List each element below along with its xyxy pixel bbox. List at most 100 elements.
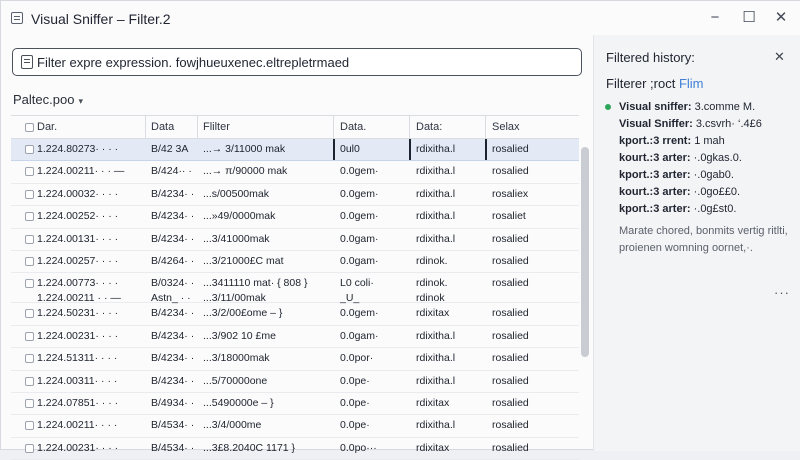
table-row[interactable]: 1.224.00231· · · · B/4234· · ...3/902 10 £… (11, 326, 579, 349)
close-icon[interactable]: ✕ (774, 49, 785, 65)
history-item-value: ·.0gkas.0. (693, 152, 742, 164)
filter-bar[interactable] (12, 48, 582, 76)
row-checkbox[interactable] (25, 189, 34, 199)
table-row[interactable]: 1.224.00311· · · · B/4234· · ...5/70000one… (11, 371, 579, 393)
cell-text: 0.0gam· (340, 254, 379, 267)
history-item[interactable]: Visual Sniffer: 3.csvrh· ‘.4£6 (619, 116, 762, 133)
table-cell: rosalied (492, 233, 572, 245)
history-item[interactable]: kport.:3 arter: ·.0gab0. (619, 167, 762, 184)
table-row[interactable]: 1.224.00032· · · · B/4234· · ...s/00500mak… (11, 184, 579, 207)
table-cell: ...3411110 mat· { 808 } ...3/11/00mak (203, 277, 332, 304)
table-cell: ...3/902 10 £me (203, 330, 332, 342)
cell-text: rdixitax (416, 396, 450, 409)
subtitle-text: Filterer ;roct (606, 76, 676, 91)
row-checkbox[interactable] (25, 421, 34, 431)
row-checkbox[interactable] (25, 331, 34, 341)
cell-text: rdixitha.l (416, 165, 456, 178)
more-options-icon[interactable]: ··· (774, 285, 790, 300)
history-item[interactable]: kourt.:3 arter: ·.0go££0. (619, 184, 762, 201)
column-divider (409, 116, 410, 140)
row-checkbox[interactable] (25, 398, 34, 408)
column-header[interactable]: Data: (416, 121, 442, 133)
table-cell: 1.224.00131· · · · (37, 233, 143, 245)
cell-text: B/4234· · (151, 210, 195, 223)
table-cell: 0.0gem· (340, 210, 408, 222)
history-item[interactable]: kport.:3 arter: ·.0g£st0. (619, 201, 762, 218)
table-cell: rosalied (492, 352, 572, 364)
cell-text: rdixitha.l (416, 419, 456, 432)
table-row[interactable]: 1.224.00231· · · · B/4534· · ...3£8.2040C … (11, 438, 579, 460)
row-checkbox[interactable] (25, 234, 34, 244)
column-header[interactable]: Data (151, 121, 174, 133)
column-divider (333, 116, 334, 140)
vertical-scrollbar[interactable] (581, 147, 589, 357)
history-item-label: kport.:3 arter: (619, 169, 691, 181)
title-bar: Visual Sniffer – Filter.2 − ☐ ✕ (1, 1, 800, 35)
history-item-value: ·.0gab0. (693, 169, 734, 181)
cell-text: ...s/00500mak (203, 187, 269, 200)
close-button[interactable]: ✕ (770, 8, 792, 28)
table-cell: rosaliex (492, 188, 572, 200)
table-cell: ...3£8.2040C 1171 } (203, 442, 332, 454)
filter-input[interactable] (37, 54, 577, 70)
cell-text: B/4234· · (151, 307, 195, 320)
row-checkbox[interactable] (25, 354, 34, 364)
maximize-button[interactable]: ☐ (738, 8, 760, 28)
cell-text: 1.224.80273· · · · (37, 143, 119, 155)
table-cell: rdinok. (416, 255, 484, 267)
table-row[interactable]: 1.224.00131· · · · B/4234· · ...3/41000mak… (11, 229, 579, 251)
main-panel: Paltec.poo▾ Dar. Data Flilter Data. Data… (1, 35, 591, 460)
table-cell: rdixitha.l (416, 210, 484, 222)
subtitle-link[interactable]: Flim (679, 76, 704, 91)
row-checkbox[interactable] (25, 443, 34, 453)
cell-text: rosalied (492, 165, 529, 178)
table-cell: B/424·· · (151, 165, 195, 177)
table-cell: ...→ 3/11000 mak (203, 143, 332, 155)
cell-text: rdixitax (416, 307, 450, 320)
cell-text: 1.224.00131· · · · (37, 232, 119, 245)
cell-text: rosalied (492, 143, 529, 155)
history-item-value: 3.csvrh· ‘.4£6 (695, 118, 762, 130)
column-header[interactable]: Selax (492, 121, 520, 133)
table-row[interactable]: 1.224.00211· · · · B/4534· · ...3/4/000me 0… (11, 415, 579, 438)
table-row[interactable]: 1.224.00252· · · · B/4234· · ...»49/0000ma… (11, 206, 579, 229)
cell-text: B/4534· · (151, 419, 195, 432)
row-checkbox[interactable] (25, 212, 34, 222)
row-checkbox[interactable] (25, 167, 34, 177)
table-cell: 1.224.00211· · · · (37, 419, 143, 431)
column-header[interactable]: Dar. (37, 121, 57, 133)
table-cell: 1.224.00257· · · · (37, 255, 143, 267)
table-row[interactable]: 1.224.00773· · · · 1.224.00211 · · — B/032… (11, 273, 579, 304)
table-cell: rdixitax (416, 397, 484, 409)
history-item[interactable]: Visual sniffer: 3.comme M. (619, 99, 762, 116)
protocol-dropdown[interactable]: Paltec.poo ▾ (13, 92, 83, 107)
minimize-button[interactable]: − (704, 8, 726, 28)
table-cell: ...»49/0000mak (203, 210, 332, 222)
table-cell: 0.0gem· (340, 307, 408, 319)
table-row[interactable]: 1.224.07851· · · · B/4934· · ...5490000e –… (11, 393, 579, 416)
table-cell: rdixitax (416, 307, 484, 319)
table-row[interactable]: 1.224.51311· · · · B/4234· · ...3/18000mak… (11, 348, 579, 371)
cell-text: rdixitha.l (416, 187, 456, 200)
column-divider (197, 116, 198, 140)
select-all-checkbox[interactable] (25, 123, 34, 132)
table-row[interactable]: 1.224.80273· · · · B/42 3A ...→ 3/11000 ma… (11, 139, 579, 162)
row-checkbox[interactable] (25, 256, 34, 266)
row-checkbox[interactable] (25, 376, 34, 386)
table-cell: B/42 3A (151, 143, 195, 155)
table-body: 1.224.80273· · · · B/42 3A ...→ 3/11000 ma… (11, 139, 579, 460)
cell-text: B/4534· · (151, 441, 195, 454)
column-header[interactable]: Flilter (203, 121, 230, 133)
row-checkbox[interactable] (25, 309, 34, 319)
table-cell: rosalied (492, 307, 572, 319)
cell-text: 0.0pe· (340, 374, 370, 387)
table-row[interactable]: 1.224.00257· · · · B/4264· · ...3/21000£C … (11, 251, 579, 274)
history-item[interactable]: kport.:3 rrent: 1 mah (619, 133, 762, 150)
history-item[interactable]: kourt.:3 arter: ·.0gkas.0. (619, 150, 762, 167)
row-checkbox[interactable] (25, 279, 34, 289)
table-row[interactable]: 1.224.50231· · · · B/4234· · ...3/2/00£ome… (11, 303, 579, 326)
row-checkbox[interactable] (25, 145, 34, 154)
table-row[interactable]: 1.224.00211· · · — B/424·· · ...→ π/90000 … (11, 161, 579, 184)
column-header[interactable]: Data. (340, 121, 366, 133)
table-cell: 1.224.00231· · · · (37, 442, 143, 454)
